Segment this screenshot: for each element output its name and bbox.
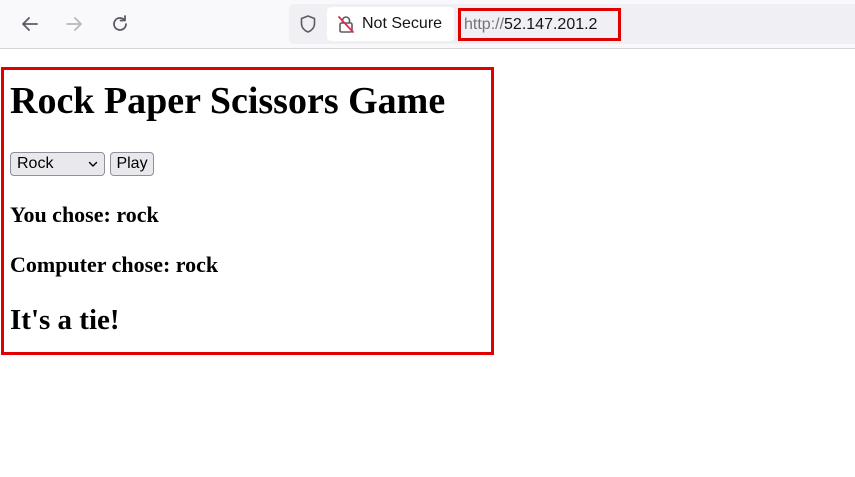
url-host: 52.147.201.2 [504,15,598,33]
tracking-protection-button[interactable] [296,12,320,36]
arrow-right-icon [66,17,82,31]
game-result-text: It's a tie! [10,304,120,336]
chevron-down-icon [88,161,98,167]
url-scheme: http:// [464,15,505,33]
arrow-left-icon [22,17,38,31]
forward-button[interactable] [59,9,89,39]
play-button[interactable]: Play [110,152,154,176]
url-display[interactable]: http://52.147.201.2 [458,8,621,41]
page-title: Rock Paper Scissors Game [10,80,446,122]
player-choice-text: You chose: rock [10,202,159,227]
site-identity-button[interactable]: Not Secure [327,7,454,41]
reload-icon [113,15,127,31]
reload-button[interactable] [105,9,135,39]
security-label: Not Secure [362,15,443,32]
lock-slash-icon [336,14,356,34]
computer-choice-text: Computer chose: rock [10,252,219,277]
choice-select-value: Rock [17,155,54,172]
choice-select[interactable]: Rock [10,152,105,176]
shield-icon [300,15,316,33]
browser-toolbar: Not Secure http://52.147.201.2 [0,0,855,49]
back-button[interactable] [15,9,45,39]
